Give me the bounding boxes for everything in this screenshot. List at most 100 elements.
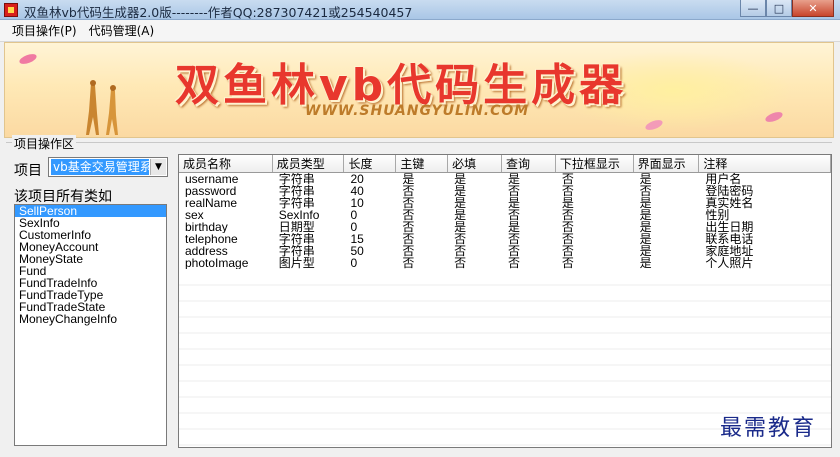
table-cell[interactable]: 是 xyxy=(502,197,556,209)
table-cell[interactable]: 是 xyxy=(634,233,700,245)
table-row[interactable]: realName 字符串 10 否是是是是真实姓名 xyxy=(179,197,831,209)
column-header[interactable]: 必填 xyxy=(448,155,503,172)
table-cell[interactable]: 出生日期 xyxy=(699,221,831,233)
window-title: 双鱼林vb代码生成器2.0版--------作者QQ:287307421或254… xyxy=(24,5,413,20)
table-cell[interactable]: 是 xyxy=(448,197,502,209)
column-header[interactable]: 注释 xyxy=(699,155,831,172)
maximize-button[interactable]: □ xyxy=(766,0,792,17)
column-header[interactable]: 主键 xyxy=(396,155,449,172)
table-cell[interactable]: 是 xyxy=(502,221,556,233)
menu-code-manage[interactable]: 代码管理(A) xyxy=(89,22,155,39)
table-cell[interactable]: password xyxy=(179,185,273,197)
table-cell[interactable]: 否 xyxy=(556,173,634,185)
table-cell[interactable]: 否 xyxy=(502,209,556,221)
table-cell[interactable]: 0 xyxy=(344,221,396,233)
table-cell[interactable]: 否 xyxy=(556,233,634,245)
table-cell[interactable]: 字符串 xyxy=(273,185,345,197)
table-cell[interactable]: 是 xyxy=(634,245,700,257)
dropdown-arrow-icon[interactable]: ▼ xyxy=(150,159,166,175)
column-header[interactable]: 界面显示 xyxy=(634,155,700,172)
table-cell[interactable]: 是 xyxy=(634,173,700,185)
table-row[interactable]: username 字符串 20 是是是否是用户名 xyxy=(179,173,831,185)
table-cell[interactable]: 否 xyxy=(448,245,502,257)
table-cell[interactable]: 否 xyxy=(396,245,448,257)
table-cell[interactable]: 否 xyxy=(556,245,634,257)
class-list[interactable]: SellPerson SexInfo CustomerInfo MoneyAcc… xyxy=(14,204,167,446)
table-cell[interactable]: 是 xyxy=(634,197,700,209)
table-cell[interactable]: 是 xyxy=(634,209,700,221)
table-cell[interactable]: 是 xyxy=(448,209,502,221)
table-cell[interactable]: 40 xyxy=(344,185,396,197)
table-cell[interactable]: 否 xyxy=(448,257,502,269)
table-cell[interactable]: 是 xyxy=(556,197,634,209)
table-cell[interactable]: 否 xyxy=(396,257,448,269)
menu-project-ops[interactable]: 项目操作(P) xyxy=(12,22,77,39)
table-cell[interactable]: 家庭地址 xyxy=(699,245,831,257)
minimize-button[interactable]: — xyxy=(740,0,766,17)
column-header[interactable]: 成员名称 xyxy=(179,155,273,172)
table-cell[interactable]: 否 xyxy=(556,209,634,221)
project-select[interactable]: vb基金交易管理系统 ▼ xyxy=(48,157,168,177)
table-cell[interactable]: 否 xyxy=(556,257,634,269)
column-header[interactable]: 长度 xyxy=(344,155,397,172)
table-cell[interactable]: realName xyxy=(179,197,273,209)
table-row[interactable]: birthday 日期型 0 否是是否是出生日期 xyxy=(179,221,831,233)
table-cell[interactable]: 20 xyxy=(344,173,396,185)
table-cell[interactable]: 字符串 xyxy=(273,233,345,245)
table-cell[interactable]: telephone xyxy=(179,233,273,245)
table-cell[interactable]: 日期型 xyxy=(273,221,345,233)
table-row[interactable]: password 字符串 40 否是否否否登陆密码 xyxy=(179,185,831,197)
table-cell[interactable]: photoImage xyxy=(179,257,273,269)
table-cell[interactable]: 图片型 xyxy=(273,257,345,269)
table-cell[interactable]: 10 xyxy=(344,197,396,209)
table-cell[interactable]: 否 xyxy=(448,233,502,245)
table-cell[interactable]: 是 xyxy=(448,173,502,185)
table-cell[interactable]: username xyxy=(179,173,273,185)
table-cell[interactable]: 否 xyxy=(502,245,556,257)
table-cell[interactable]: 是 xyxy=(502,173,556,185)
table-cell[interactable]: 否 xyxy=(502,257,556,269)
table-cell[interactable]: 否 xyxy=(396,197,448,209)
class-item[interactable]: MoneyChangeInfo xyxy=(15,313,166,325)
table-cell[interactable]: 性别 xyxy=(699,209,831,221)
table-cell[interactable]: 否 xyxy=(396,221,448,233)
table-cell[interactable]: 是 xyxy=(448,221,502,233)
table-row[interactable]: telephone 字符串 15 否否否否是联系电话 xyxy=(179,233,831,245)
table-cell[interactable]: 是 xyxy=(634,257,700,269)
table-cell[interactable]: 用户名 xyxy=(699,173,831,185)
table-cell[interactable]: 字符串 xyxy=(273,245,345,257)
table-cell[interactable]: 50 xyxy=(344,245,396,257)
table-cell[interactable]: 0 xyxy=(344,209,396,221)
table-cell[interactable]: 否 xyxy=(502,185,556,197)
table-cell[interactable]: 个人照片 xyxy=(699,257,831,269)
table-cell[interactable]: sex xyxy=(179,209,273,221)
table-cell[interactable]: birthday xyxy=(179,221,273,233)
table-cell[interactable]: 是 xyxy=(396,173,448,185)
table-cell[interactable]: 字符串 xyxy=(273,173,345,185)
table-cell[interactable]: 0 xyxy=(344,257,396,269)
table-cell[interactable]: 联系电话 xyxy=(699,233,831,245)
table-cell[interactable]: 否 xyxy=(556,185,634,197)
table-cell[interactable]: SexInfo xyxy=(273,209,345,221)
table-cell[interactable]: 字符串 xyxy=(273,197,345,209)
table-cell[interactable]: address xyxy=(179,245,273,257)
table-cell[interactable]: 15 xyxy=(344,233,396,245)
table-row[interactable]: photoImage 图片型 0 否否否否是个人照片 xyxy=(179,257,831,269)
table-row[interactable]: address 字符串 50 否否否否是家庭地址 xyxy=(179,245,831,257)
table-cell[interactable]: 否 xyxy=(634,185,700,197)
table-cell[interactable]: 否 xyxy=(502,233,556,245)
table-cell[interactable]: 否 xyxy=(396,233,448,245)
member-grid[interactable]: 成员名称 成员类型 长度 主键 必填 查询 下拉框显示 界面显示 注释 user… xyxy=(178,154,832,448)
table-row[interactable]: sex SexInfo 0 否是否否是性别 xyxy=(179,209,831,221)
column-header[interactable]: 查询 xyxy=(502,155,556,172)
table-cell[interactable]: 是 xyxy=(634,221,700,233)
table-cell[interactable]: 是 xyxy=(448,185,502,197)
table-cell[interactable]: 否 xyxy=(396,209,448,221)
column-header[interactable]: 下拉框显示 xyxy=(556,155,634,172)
table-cell[interactable]: 否 xyxy=(556,221,634,233)
table-cell[interactable]: 否 xyxy=(396,185,448,197)
column-header[interactable]: 成员类型 xyxy=(273,155,345,172)
close-button[interactable]: ✕ xyxy=(792,0,834,17)
table-cell[interactable]: 登陆密码 xyxy=(699,185,831,197)
table-cell[interactable]: 真实姓名 xyxy=(699,197,831,209)
